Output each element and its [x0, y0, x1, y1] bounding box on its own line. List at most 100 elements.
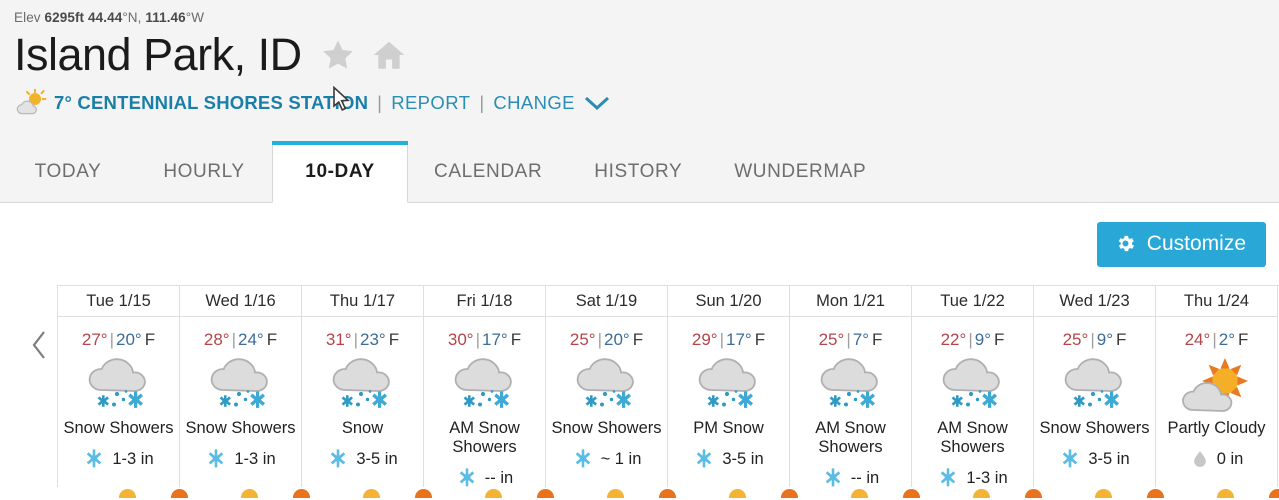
forecast-condition: AM Snow Showers — [937, 419, 1008, 456]
forecast-day-column[interactable]: Tue 1/22 22° | 9° F AM Snow Showers 1-3 in — [912, 286, 1034, 487]
snow-showers-icon — [1034, 357, 1155, 415]
forecast-precipitation: 1-3 in — [180, 448, 301, 470]
forecast-date: Fri 1/18 — [456, 291, 513, 310]
temp-unit: F — [1116, 330, 1127, 349]
star-icon[interactable] — [320, 38, 356, 73]
temp-separator: | — [353, 330, 359, 349]
sunrise-marker — [1217, 489, 1234, 498]
forecast-day-column[interactable]: Thu 1/24 24° | 2° F Partly Cloudy 0 in — [1156, 286, 1278, 487]
forecast-low-temp: 9° — [974, 330, 991, 349]
forecast-temperatures: 25° | 9° F — [1034, 330, 1155, 350]
forecast-condition: Snow — [341, 419, 384, 437]
forecast-low-temp: 23° — [360, 330, 386, 349]
forecast-precipitation: -- in — [424, 467, 545, 489]
snowflake-icon — [822, 467, 844, 489]
raindrop-icon — [1190, 448, 1210, 470]
forecast-precipitation: 3-5 in — [1034, 448, 1155, 470]
report-link[interactable]: REPORT — [391, 92, 470, 114]
forecast-precip-amount: -- in — [850, 468, 880, 487]
temp-unit: F — [994, 330, 1005, 349]
home-icon[interactable] — [370, 37, 408, 73]
latitude-value: 44.44 — [88, 10, 123, 25]
page-header: Elev 6295ft 44.44°N, 111.46°W Island Par… — [0, 0, 1279, 141]
forecast-date: Thu 1/24 — [1183, 291, 1250, 310]
change-link[interactable]: CHANGE — [493, 92, 575, 114]
forecast-day-header: Thu 1/24 — [1156, 286, 1277, 317]
forecast-day-header: Sat 1/19 — [546, 286, 667, 317]
forecast-precip-amount: 1-3 in — [234, 449, 276, 468]
forecast-day-body: 28° | 24° F Snow Showers 1-3 in — [180, 317, 301, 487]
snow-showers-icon — [668, 357, 789, 415]
partly-cloudy-icon — [14, 88, 48, 117]
tab-history[interactable]: HISTORY — [568, 141, 708, 202]
snow-showers-icon — [546, 357, 667, 415]
snowflake-icon — [327, 448, 349, 470]
sunset-marker — [293, 489, 310, 498]
tab-wundermap-label: WUNDERMAP — [734, 160, 867, 182]
gear-icon — [1115, 233, 1136, 254]
forecast-precip-amount: ~ 1 in — [600, 449, 642, 468]
forecast-low-temp: 7° — [852, 330, 869, 349]
forecast-day-column[interactable]: Wed 1/16 28° | 24° F Snow Showers 1-3 in — [180, 286, 302, 487]
forecast-temperatures: 22° | 9° F — [912, 330, 1033, 350]
sunset-marker — [415, 489, 432, 498]
forecast-low-temp: 2° — [1218, 330, 1235, 349]
forecast-precipitation: ~ 1 in — [546, 448, 667, 470]
forecast-low-temp: 20° — [116, 330, 142, 349]
forecast-day-column[interactable]: Fri 1/18 30° | 17° F AM Snow Showers -- in — [424, 286, 546, 487]
station-link[interactable]: 7° CENTENNIAL SHORES STATION — [54, 92, 368, 114]
sunset-marker — [903, 489, 920, 498]
snow-showers-icon — [180, 357, 301, 415]
forecast-day-header: Wed 1/23 — [1034, 286, 1155, 317]
forecast-day-column[interactable]: Wed 1/23 25° | 9° F Snow Showers 3-5 in — [1034, 286, 1156, 487]
tab-10-day-label: 10-DAY — [305, 160, 375, 182]
chevron-left-icon — [30, 331, 50, 364]
sunset-marker — [171, 489, 188, 498]
forecast-high-temp: 22° — [940, 330, 967, 349]
sunrise-marker — [729, 489, 746, 498]
tab-history-label: HISTORY — [594, 160, 683, 182]
snowflake-icon — [572, 448, 594, 470]
sunrise-marker — [851, 489, 868, 498]
forecast-low-temp: 9° — [1096, 330, 1113, 349]
customize-button[interactable]: Customize — [1096, 221, 1266, 267]
elevation-value: 6295ft — [44, 10, 85, 25]
sunrise-marker — [119, 489, 136, 498]
forecast-day-header: Sun 1/20 — [668, 286, 789, 317]
previous-days-button[interactable] — [30, 330, 54, 360]
tab-wundermap[interactable]: WUNDERMAP — [708, 141, 892, 202]
forecast-day-header: Wed 1/16 — [180, 286, 301, 317]
forecast-day-column[interactable]: Thu 1/17 31° | 23° F Snow 3-5 in — [302, 286, 424, 487]
city-row: Island Park, ID — [14, 27, 1279, 83]
forecast-day-body: 25° | 9° F Snow Showers 3-5 in — [1034, 317, 1155, 487]
chevron-down-icon[interactable] — [584, 95, 610, 111]
station-row: 7° CENTENNIAL SHORES STATION | REPORT | … — [14, 88, 1279, 117]
forecast-day-column[interactable]: Sun 1/20 29° | 17° F PM Snow 3-5 in — [668, 286, 790, 487]
tab-calendar[interactable]: CALENDAR — [408, 141, 568, 202]
forecast-day-column[interactable]: Tue 1/15 27° | 20° F Snow Showers 1-3 in — [58, 286, 180, 487]
forecast-precip-amount: 3-5 in — [722, 449, 764, 468]
header-separator-2: | — [479, 92, 485, 113]
forecast-date: Tue 1/15 — [86, 291, 151, 310]
forecast-day-body: 30° | 17° F AM Snow Showers -- in — [424, 317, 545, 487]
forecast-temperatures: 24° | 2° F — [1156, 330, 1277, 350]
forecast-day-column[interactable]: Sat 1/19 25° | 20° F Snow Showers ~ 1 in — [546, 286, 668, 487]
forecast-precip-amount: -- in — [484, 468, 514, 487]
forecast-day-header: Tue 1/15 — [58, 286, 179, 317]
forecast-temperatures: 28° | 24° F — [180, 330, 301, 350]
snow-showers-icon — [302, 357, 423, 415]
forecast-day-column[interactable]: Mon 1/21 25° | 7° F AM Snow Showers -- in — [790, 286, 912, 487]
forecast-day-header: Mon 1/21 — [790, 286, 911, 317]
tab-hourly-label: HOURLY — [163, 160, 245, 182]
forecast-day-header: Thu 1/17 — [302, 286, 423, 317]
tab-today[interactable]: TODAY — [0, 141, 136, 202]
forecast-high-temp: 31° — [325, 330, 352, 349]
sunrise-marker — [241, 489, 258, 498]
tab-10-day[interactable]: 10-DAY — [272, 141, 408, 203]
tab-hourly[interactable]: HOURLY — [136, 141, 272, 202]
sunset-marker — [1147, 489, 1164, 498]
forecast-day-body: 31° | 23° F Snow 3-5 in — [302, 317, 423, 487]
forecast-temperatures: 27° | 20° F — [58, 330, 179, 350]
temp-separator: | — [109, 330, 115, 349]
forecast-high-temp: 29° — [691, 330, 718, 349]
